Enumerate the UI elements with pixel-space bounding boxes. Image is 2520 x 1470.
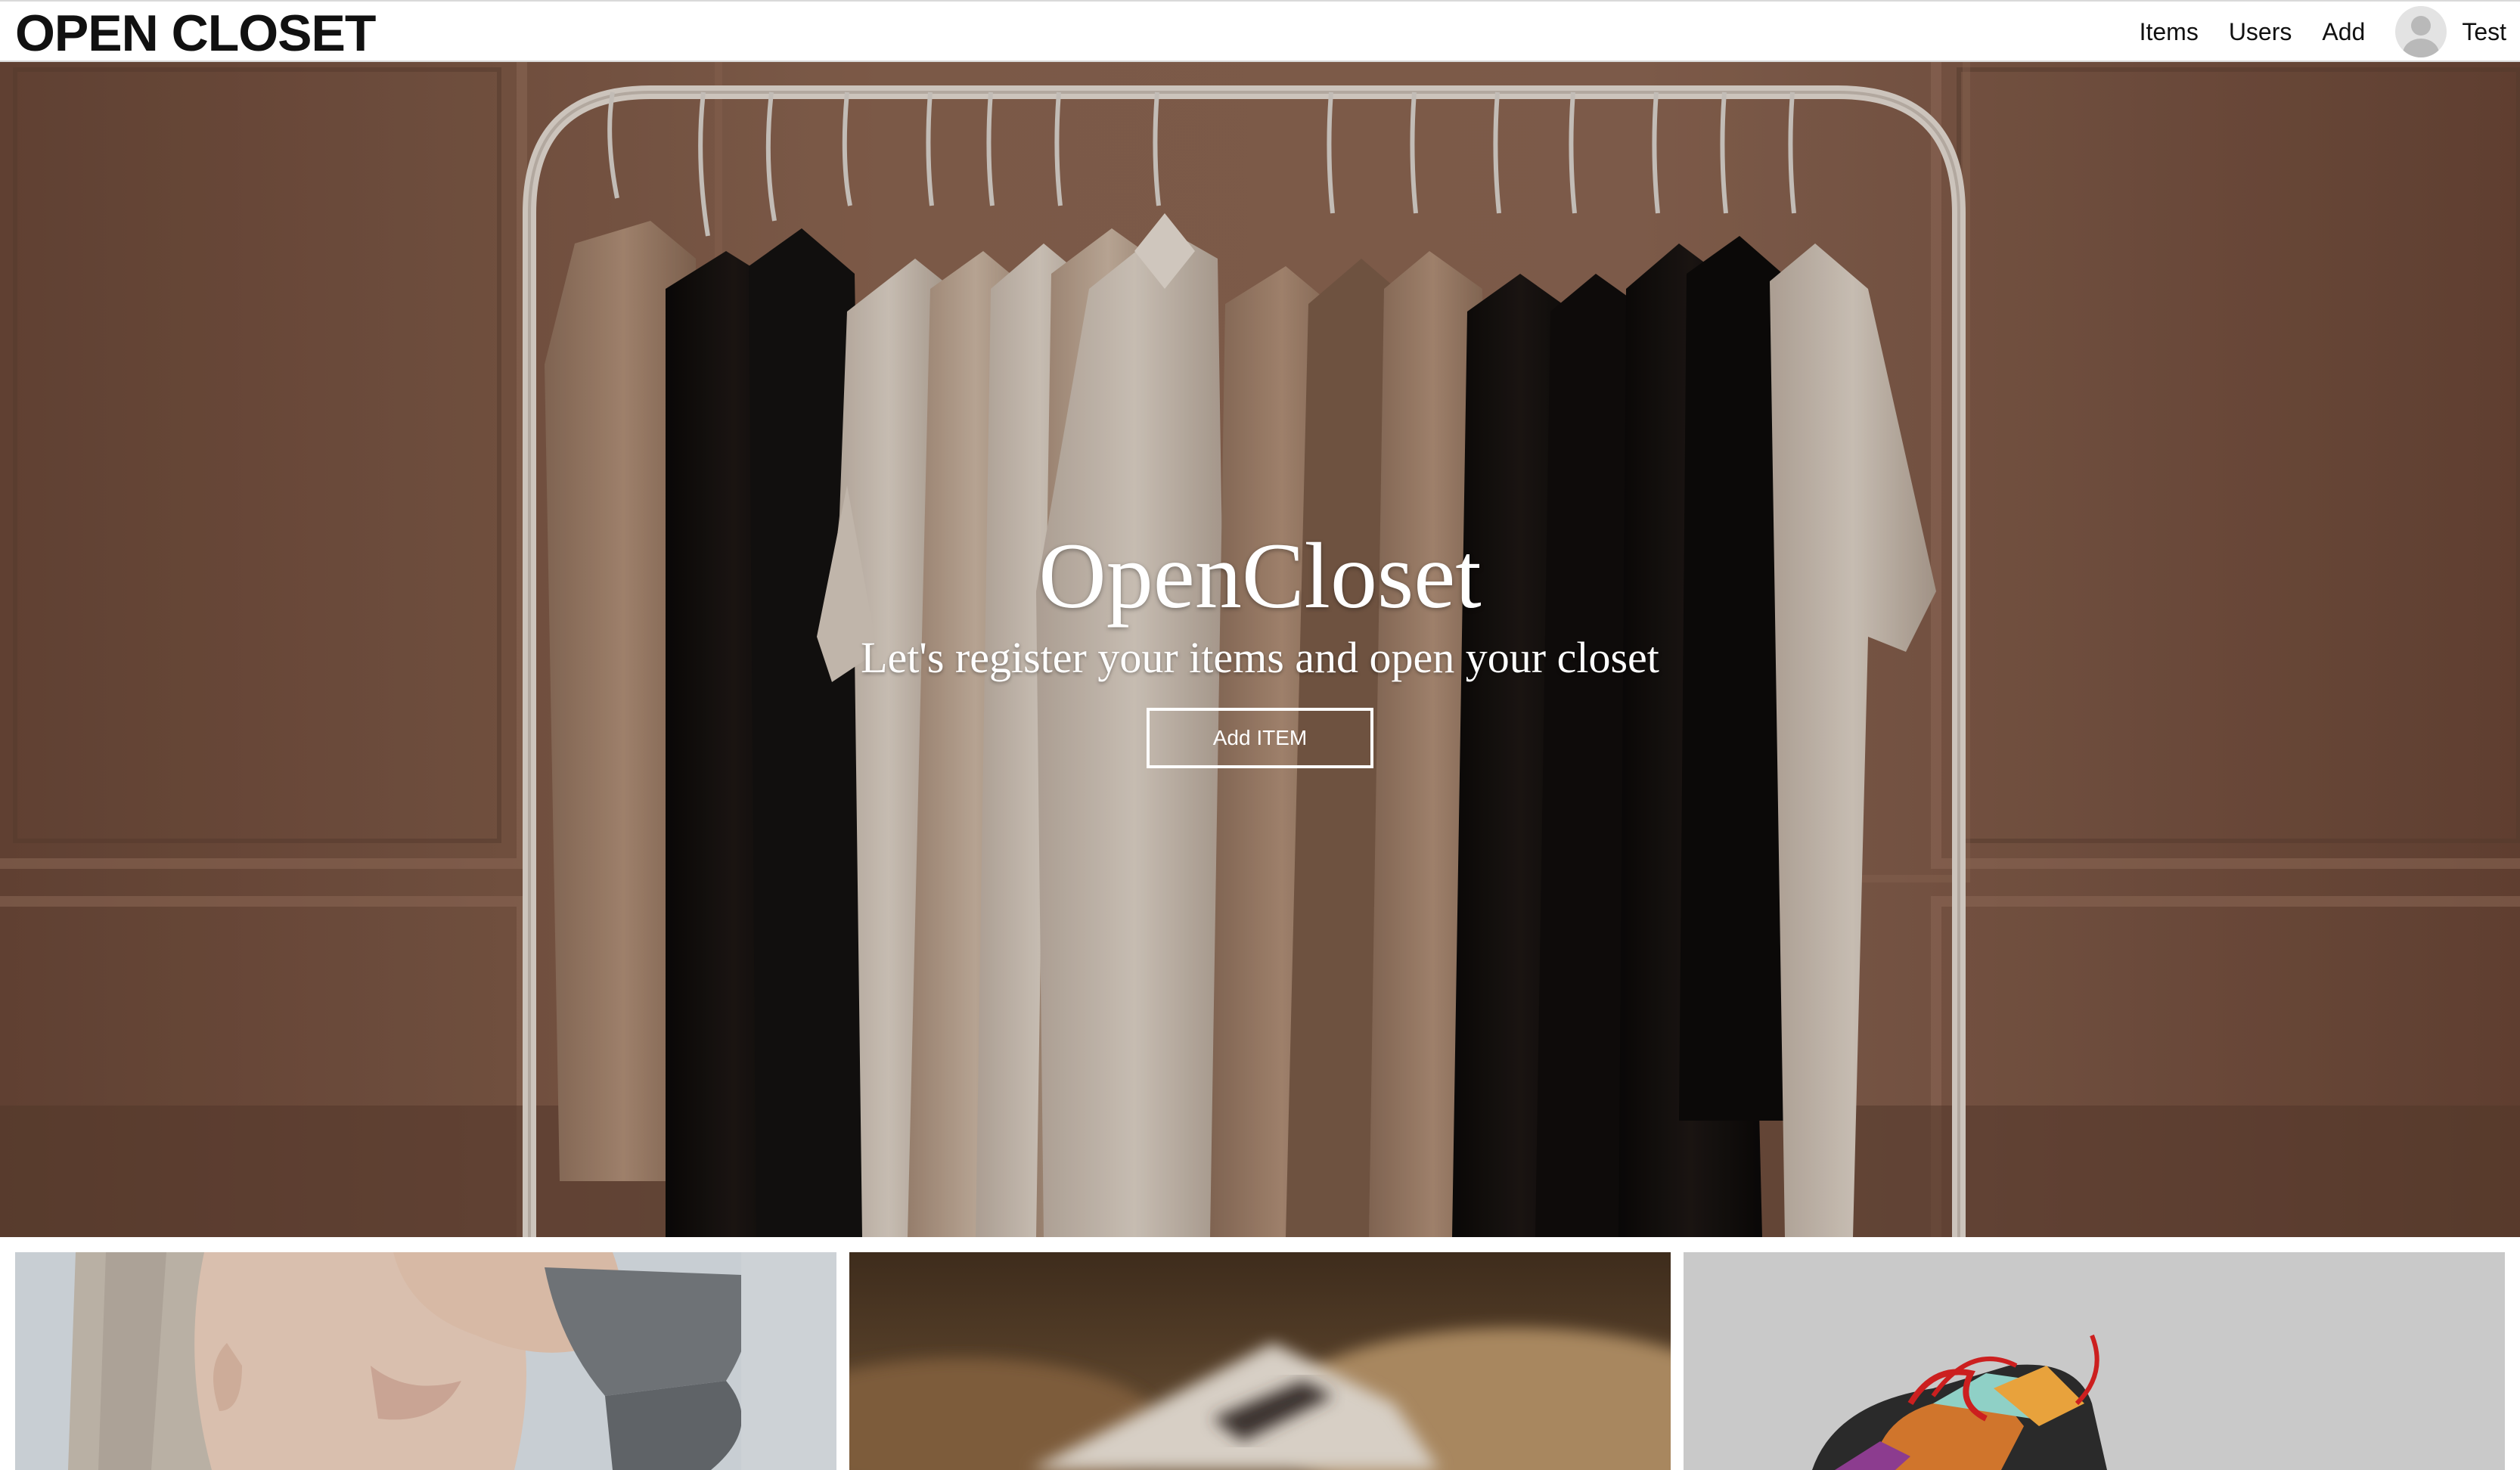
item-card-1[interactable]: [15, 1252, 836, 1470]
nav-link-users[interactable]: Users: [2229, 18, 2292, 46]
nav-link-add[interactable]: Add: [2322, 18, 2365, 46]
user-avatar-icon[interactable]: [2395, 6, 2447, 57]
item-cards: [15, 1252, 2505, 1470]
woman-covering-eyes-photo: [15, 1252, 836, 1470]
sneaker-photo: [1684, 1252, 2505, 1470]
navbar: OPEN CLOSET Items Users Add Test: [0, 0, 2520, 62]
hero-subtitle: Let's register your items and open your …: [861, 633, 1659, 682]
blurred-book-photo: [849, 1252, 1671, 1470]
nav-link-items[interactable]: Items: [2140, 18, 2199, 46]
nav-links: Items Users Add Test: [2109, 2, 2506, 62]
brand-logo[interactable]: OPEN CLOSET: [15, 6, 376, 60]
item-card-2[interactable]: [849, 1252, 1671, 1470]
hero-title: OpenCloset: [1038, 524, 1482, 628]
avatar-body: [2403, 39, 2440, 57]
item-card-3[interactable]: [1684, 1252, 2505, 1470]
hero-content: OpenCloset Let's register your items and…: [0, 523, 2520, 768]
user-name[interactable]: Test: [2462, 18, 2506, 46]
avatar-head: [2411, 16, 2432, 36]
hero-section: OpenCloset Let's register your items and…: [0, 62, 2520, 1237]
add-item-button[interactable]: Add ITEM: [1147, 708, 1373, 768]
